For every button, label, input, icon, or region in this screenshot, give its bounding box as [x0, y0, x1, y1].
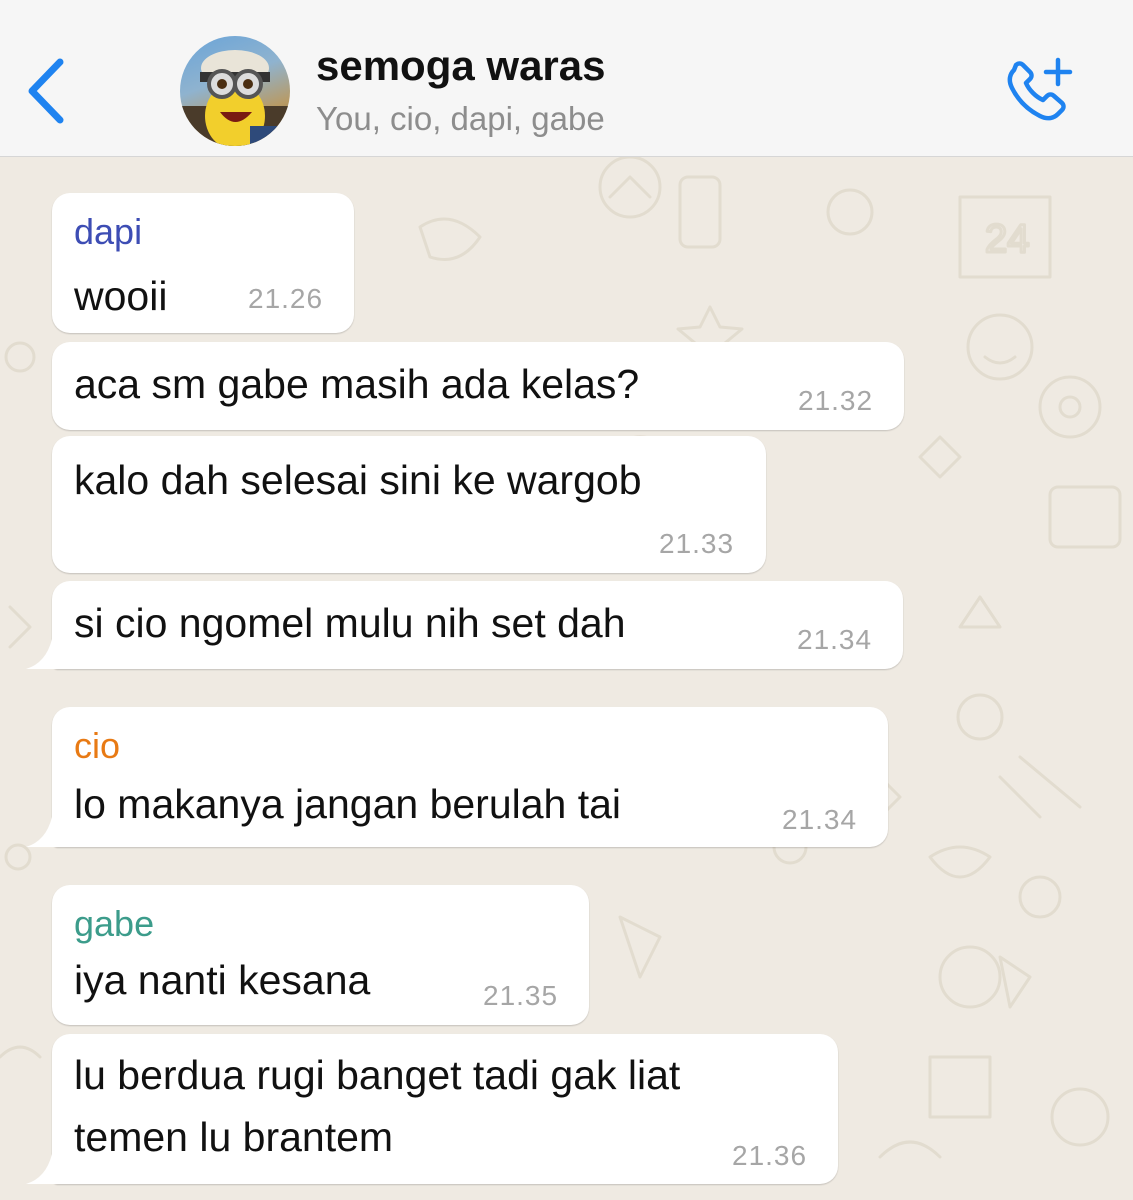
message-timestamp: 21.35 — [483, 980, 559, 1011]
message-text: lo makanya jangan berulah tai — [74, 781, 622, 827]
svg-text:24: 24 — [985, 217, 1030, 261]
message-timestamp: 21.34 — [797, 624, 873, 655]
chat-header: semoga waras You, cio, dapi, gabe — [0, 0, 1133, 157]
phone-plus-icon — [1007, 57, 1073, 121]
message-text: iya nanti kesana — [74, 957, 371, 1003]
message-timestamp: 21.34 — [782, 804, 858, 835]
message-bubble[interactable]: lu berdua rugi banget tadi gak liat teme… — [26, 1034, 838, 1184]
message-bubble[interactable]: aca sm gabe masih ada kelas? 21.32 — [52, 342, 904, 430]
message-sender: cio — [74, 725, 121, 766]
add-call-button[interactable] — [1000, 56, 1080, 128]
message-text: wooii — [74, 273, 168, 319]
bubble-tail — [26, 817, 58, 847]
message-bubble[interactable]: si cio ngomel mulu nih set dah 21.34 — [26, 581, 903, 669]
message-list[interactable]: 24 dapi wooii 21.26 aca sm gabe masih ad… — [0, 157, 1133, 1200]
message-sender: gabe — [74, 903, 155, 944]
message-bubble[interactable]: cio lo makanya jangan berulah tai 21.34 — [26, 707, 888, 847]
message-timestamp: 21.26 — [248, 283, 324, 314]
group-avatar[interactable] — [180, 36, 290, 146]
chevron-left-icon — [28, 58, 64, 124]
message-bubble[interactable]: kalo dah selesai sini ke wargob 21.33 — [52, 436, 766, 573]
message-text: aca sm gabe masih ada kelas? — [74, 361, 640, 407]
message-text: si cio ngomel mulu nih set dah — [74, 600, 626, 646]
message-bubble[interactable]: dapi wooii 21.26 — [52, 193, 354, 333]
message-sender: dapi — [74, 211, 143, 252]
message-timestamp: 21.33 — [659, 528, 735, 559]
bubble-tail — [26, 1154, 58, 1184]
bubble-tail — [26, 639, 58, 669]
group-title[interactable]: semoga waras — [316, 42, 606, 90]
message-text: lu berdua rugi banget tadi gak liat teme… — [74, 1052, 681, 1160]
message-timestamp: 21.36 — [732, 1140, 808, 1171]
message-bubble[interactable]: gabe iya nanti kesana 21.35 — [52, 885, 589, 1025]
back-button[interactable] — [22, 56, 72, 126]
message-text: kalo dah selesai sini ke wargob — [74, 457, 642, 503]
message-timestamp: 21.32 — [798, 385, 874, 416]
group-members[interactable]: You, cio, dapi, gabe — [316, 100, 605, 138]
minion-avatar-image — [180, 50, 290, 146]
